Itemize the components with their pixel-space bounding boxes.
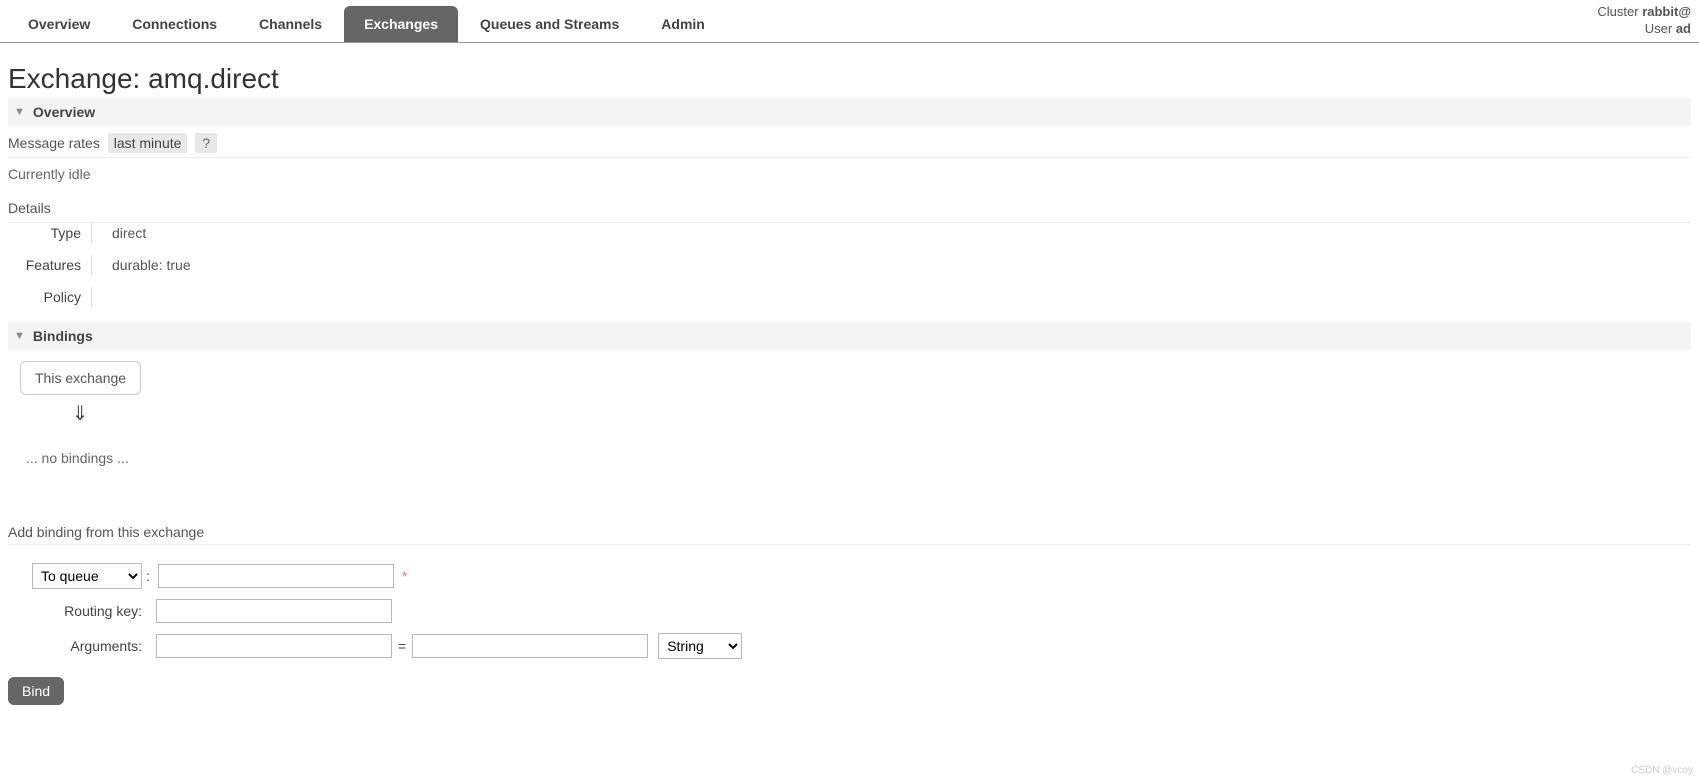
tab-connections[interactable]: Connections bbox=[112, 6, 237, 42]
help-icon[interactable]: ? bbox=[195, 133, 217, 153]
tab-overview[interactable]: Overview bbox=[8, 6, 110, 42]
cluster-name: rabbit@ bbox=[1642, 4, 1691, 19]
details-label: Details bbox=[8, 200, 51, 216]
idle-text: Currently idle bbox=[8, 158, 1691, 190]
message-rates-row: Message rates last minute ? bbox=[8, 127, 1691, 158]
argument-key-input[interactable] bbox=[156, 634, 392, 658]
message-rates-period[interactable]: last minute bbox=[108, 133, 188, 153]
detail-policy-label: Policy bbox=[12, 287, 92, 307]
details-table: Type direct Features durable: true Polic… bbox=[12, 223, 1691, 307]
binding-target-select[interactable]: To queueTo exchange bbox=[32, 563, 142, 589]
message-rates-label: Message rates bbox=[8, 135, 100, 151]
section-overview-label: Overview bbox=[33, 104, 95, 120]
chevron-down-icon: ▼ bbox=[14, 106, 25, 118]
required-mark: * bbox=[402, 568, 407, 584]
detail-type-value: direct bbox=[112, 223, 1691, 243]
arguments-label: Arguments: bbox=[8, 638, 142, 654]
section-bindings-toggle[interactable]: ▼ Bindings bbox=[8, 323, 1691, 349]
routing-key-input[interactable] bbox=[156, 599, 392, 623]
tab-queues-streams[interactable]: Queues and Streams bbox=[460, 6, 639, 42]
title-prefix: Exchange: bbox=[8, 63, 140, 94]
user-name: ad bbox=[1676, 21, 1691, 36]
chevron-down-icon: ▼ bbox=[14, 330, 25, 342]
equals-label: = bbox=[398, 638, 406, 654]
tab-exchanges[interactable]: Exchanges bbox=[344, 6, 458, 42]
bind-button[interactable]: Bind bbox=[8, 677, 64, 705]
colon-label: : bbox=[146, 568, 150, 584]
section-bindings-label: Bindings bbox=[33, 328, 93, 344]
no-bindings-text: ... no bindings ... bbox=[26, 450, 1691, 466]
add-binding-form: To queueTo exchange : * Routing key: Arg… bbox=[8, 563, 1691, 705]
header-info: Cluster rabbit@ User ad bbox=[1597, 0, 1691, 42]
binding-destination-input[interactable] bbox=[158, 564, 394, 588]
detail-type-label: Type bbox=[12, 223, 92, 243]
tab-admin[interactable]: Admin bbox=[641, 6, 725, 42]
user-label: User bbox=[1645, 21, 1672, 36]
detail-policy-value bbox=[112, 287, 1691, 291]
tab-channels[interactable]: Channels bbox=[239, 6, 342, 42]
argument-value-input[interactable] bbox=[412, 634, 648, 658]
page-title: Exchange: amq.direct bbox=[8, 63, 1691, 95]
routing-key-label: Routing key: bbox=[8, 603, 142, 619]
cluster-label: Cluster bbox=[1597, 4, 1638, 19]
detail-features-label: Features bbox=[12, 255, 92, 275]
nav-tabs: Overview Connections Channels Exchanges … bbox=[0, 0, 1699, 43]
watermark: CSDN @vcoy bbox=[1631, 765, 1693, 776]
argument-type-select[interactable]: StringNumberBooleanList bbox=[658, 633, 742, 659]
details-heading: Details bbox=[8, 192, 1691, 223]
title-exchange-name: amq.direct bbox=[148, 63, 279, 94]
detail-features-value: durable: true bbox=[112, 255, 1691, 275]
section-overview-toggle[interactable]: ▼ Overview bbox=[8, 99, 1691, 125]
add-binding-heading: Add binding from this exchange bbox=[8, 524, 1691, 545]
arrow-down-icon: ⇓ bbox=[20, 401, 140, 426]
this-exchange-box: This exchange bbox=[20, 361, 141, 395]
